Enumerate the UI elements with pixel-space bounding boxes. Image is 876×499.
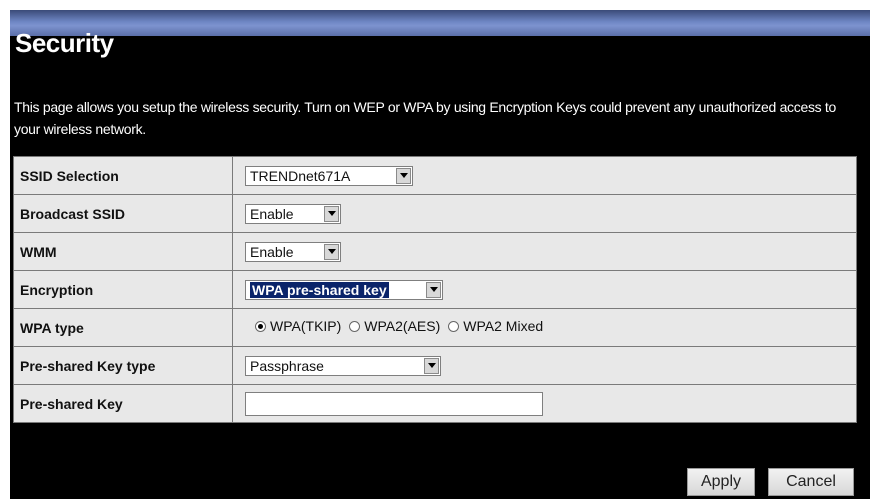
psk-type-select[interactable]: Passphrase xyxy=(245,355,441,376)
form-row-wmm: WMM Enable xyxy=(13,232,857,271)
psk-input[interactable] xyxy=(245,391,543,416)
encryption-select[interactable]: WPA pre-shared key xyxy=(245,279,443,300)
wpa-type-label: WPA type xyxy=(13,308,233,347)
form-row-psk-type: Pre-shared Key type Passphrase xyxy=(13,346,857,385)
form-row-broadcast-ssid: Broadcast SSID Enable xyxy=(13,194,857,233)
header-bar xyxy=(10,10,870,36)
wmm-select[interactable]: Enable xyxy=(245,241,341,262)
psk-type-value: Passphrase xyxy=(250,357,324,374)
wpa2-mixed-label: WPA2 Mixed xyxy=(463,318,544,335)
wmm-label: WMM xyxy=(13,232,233,271)
form-row-ssid-selection: SSID Selection TRENDnet671A xyxy=(13,156,857,195)
psk-type-label: Pre-shared Key type xyxy=(13,346,233,385)
form-row-psk: Pre-shared Key xyxy=(13,384,857,423)
wpa-type-radio-group: WPA(TKIP) WPA2(AES) WPA2 Mixed xyxy=(245,318,551,334)
radio-selected-icon[interactable] xyxy=(255,320,266,332)
broadcast-ssid-label: Broadcast SSID xyxy=(13,194,233,233)
radio-unselected-icon[interactable] xyxy=(349,320,361,332)
apply-button[interactable]: Apply xyxy=(687,468,755,496)
broadcast-ssid-value: Enable xyxy=(250,205,294,222)
encryption-label: Encryption xyxy=(13,270,233,309)
chevron-down-icon[interactable] xyxy=(396,167,411,184)
broadcast-ssid-select[interactable]: Enable xyxy=(245,203,341,224)
radio-unselected-icon[interactable] xyxy=(448,320,460,332)
page-description: This page allows you setup the wireless … xyxy=(14,99,837,137)
wpa2-aes-radio[interactable]: WPA2(AES) xyxy=(349,318,440,334)
wpa2-aes-label: WPA2(AES) xyxy=(364,318,441,335)
wmm-value: Enable xyxy=(250,243,294,260)
form-row-encryption: Encryption WPA pre-shared key xyxy=(13,270,857,309)
chevron-down-icon[interactable] xyxy=(424,357,439,374)
chevron-down-icon[interactable] xyxy=(324,205,339,222)
security-form: SSID Selection TRENDnet671A Broadcast SS… xyxy=(13,156,857,423)
wpa-tkip-label: WPA(TKIP) xyxy=(270,318,342,335)
cancel-button[interactable]: Cancel xyxy=(768,468,854,496)
form-row-wpa-type: WPA type WPA(TKIP) WPA2(AES) WPA2 Mixed xyxy=(13,308,857,347)
ssid-selection-value: TRENDnet671A xyxy=(250,167,351,184)
ssid-selection-select[interactable]: TRENDnet671A xyxy=(245,165,413,186)
chevron-down-icon[interactable] xyxy=(426,281,441,298)
wpa2-mixed-radio[interactable]: WPA2 Mixed xyxy=(448,318,543,334)
page-title: Security xyxy=(15,28,114,58)
chevron-down-icon[interactable] xyxy=(324,243,339,260)
ssid-selection-label: SSID Selection xyxy=(13,156,233,195)
encryption-value: WPA pre-shared key xyxy=(250,281,389,298)
wpa-tkip-radio[interactable]: WPA(TKIP) xyxy=(255,318,341,334)
psk-label: Pre-shared Key xyxy=(13,384,233,423)
